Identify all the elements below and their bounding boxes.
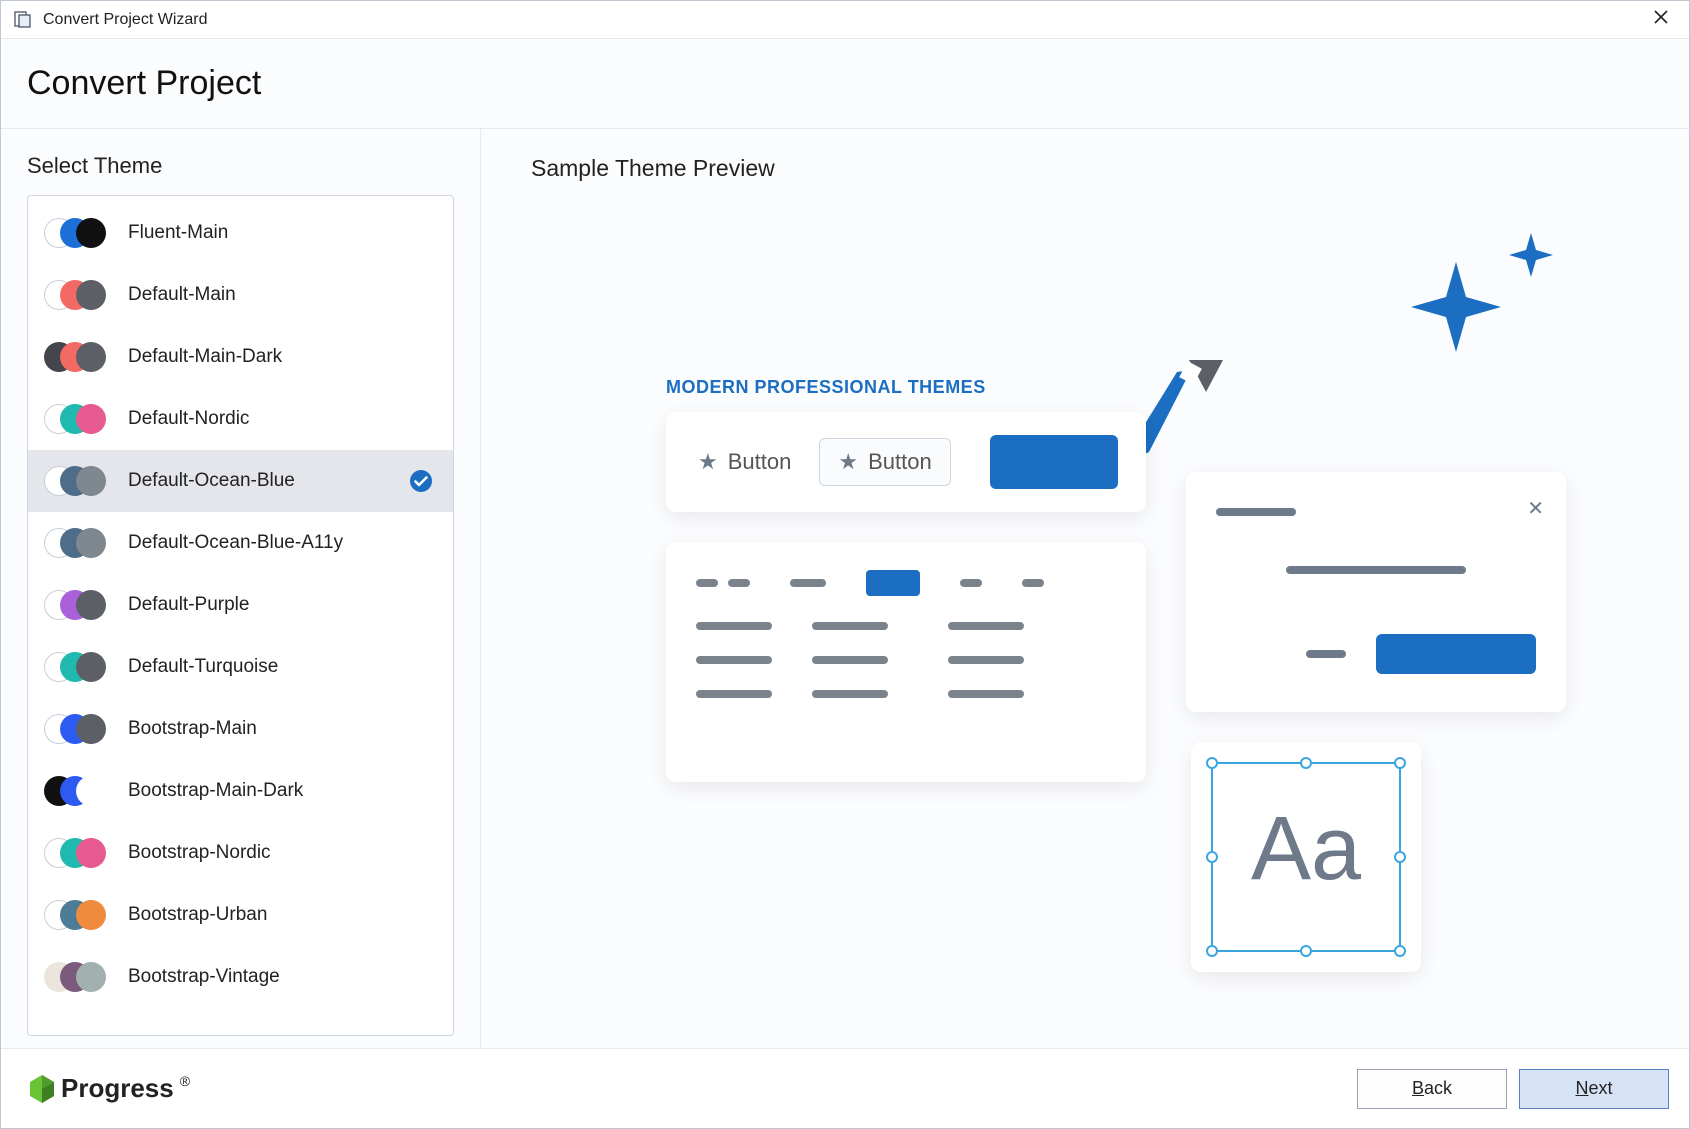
theme-swatch (44, 526, 110, 560)
theme-label: Default-Ocean-Blue (128, 470, 295, 492)
sparkle-icon (1401, 232, 1561, 392)
theme-swatch (44, 898, 110, 932)
progress-icon (29, 1074, 55, 1104)
theme-item-bootstrap-urban[interactable]: Bootstrap-Urban (28, 884, 453, 946)
theme-label: Default-Main (128, 284, 236, 306)
theme-swatch (44, 278, 110, 312)
progress-logo: Progress ® (29, 1073, 190, 1104)
left-panel: Select Theme Fluent-Main Default-Main Defa… (1, 129, 481, 1048)
theme-item-default-purple[interactable]: Default-Purple (28, 574, 453, 636)
preview-fill-button (990, 435, 1118, 489)
theme-label: Default-Ocean-Blue-A11y (128, 532, 343, 554)
close-icon (1653, 9, 1669, 25)
theme-item-default-main-dark[interactable]: Default-Main-Dark (28, 326, 453, 388)
theme-item-bootstrap-nordic[interactable]: Bootstrap-Nordic (28, 822, 453, 884)
theme-swatch (44, 650, 110, 684)
theme-swatch (44, 836, 110, 870)
body: Select Theme Fluent-Main Default-Main Defa… (1, 129, 1689, 1048)
next-button[interactable]: Next (1519, 1069, 1669, 1109)
preview-card-table (666, 542, 1146, 782)
titlebar: Convert Project Wizard (1, 1, 1689, 39)
next-label-rest: ext (1588, 1078, 1612, 1098)
theme-item-default-turquoise[interactable]: Default-Turquoise (28, 636, 453, 698)
theme-label: Default-Main-Dark (128, 346, 282, 368)
theme-item-default-main[interactable]: Default-Main (28, 264, 453, 326)
star-icon: ★ (838, 449, 858, 475)
theme-label: Bootstrap-Main (128, 718, 257, 740)
theme-item-default-ocean-blue-a11y[interactable]: Default-Ocean-Blue-A11y (28, 512, 453, 574)
theme-label: Default-Turquoise (128, 656, 278, 678)
theme-list[interactable]: Fluent-Main Default-Main Default-Main-Dark… (27, 195, 454, 1036)
back-button[interactable]: Back (1357, 1069, 1507, 1109)
dialog-primary-button (1376, 634, 1536, 674)
preview-outline-button: ★ Button (819, 438, 950, 486)
theme-swatch (44, 216, 110, 250)
theme-label: Bootstrap-Urban (128, 904, 267, 926)
preview-heading: Sample Theme Preview (531, 155, 1689, 182)
page-title: Convert Project (27, 64, 261, 103)
window-title: Convert Project Wizard (43, 11, 208, 29)
right-panel: Sample Theme Preview MODERN PROFESSIONAL… (481, 129, 1689, 1048)
header: Convert Project (1, 39, 1689, 129)
theme-label: Default-Nordic (128, 408, 249, 430)
check-icon (409, 469, 433, 493)
theme-label: Fluent-Main (128, 222, 228, 244)
footer: Progress ® Back Next (1, 1048, 1689, 1128)
progress-brand-text: Progress (61, 1073, 174, 1104)
preview-card-buttons: ★ Button ★ Button (666, 412, 1146, 512)
back-mnemonic: B (1412, 1078, 1424, 1098)
preview-flat-button: ★ Button (694, 443, 795, 481)
theme-swatch (44, 712, 110, 746)
theme-label: Bootstrap-Vintage (128, 966, 280, 988)
theme-swatch (44, 340, 110, 374)
theme-swatch (44, 960, 110, 994)
theme-swatch (44, 402, 110, 436)
preview-card-typography: Aa (1191, 742, 1421, 972)
wizard-window: Convert Project Wizard Convert Project S… (0, 0, 1690, 1129)
back-label-rest: ack (1424, 1078, 1452, 1098)
close-button[interactable] (1645, 8, 1677, 31)
preview-canvas: MODERN PROFESSIONAL THEMES ★ Button ★ Bu… (531, 202, 1689, 1048)
theme-label: Default-Purple (128, 594, 249, 616)
theme-item-bootstrap-main[interactable]: Bootstrap-Main (28, 698, 453, 760)
theme-item-bootstrap-main-dark[interactable]: Bootstrap-Main-Dark (28, 760, 453, 822)
app-icon (13, 10, 33, 30)
theme-swatch (44, 464, 110, 498)
theme-swatch (44, 588, 110, 622)
theme-item-bootstrap-vintage[interactable]: Bootstrap-Vintage (28, 946, 453, 1008)
theme-item-default-ocean-blue[interactable]: Default-Ocean-Blue (28, 450, 453, 512)
select-theme-heading: Select Theme (27, 153, 454, 179)
aa-sample: Aa (1213, 764, 1399, 934)
dialog-close-icon: ✕ (1527, 496, 1544, 521)
theme-label: Bootstrap-Main-Dark (128, 780, 303, 802)
next-mnemonic: N (1575, 1078, 1588, 1098)
theme-item-default-nordic[interactable]: Default-Nordic (28, 388, 453, 450)
theme-label: Bootstrap-Nordic (128, 842, 271, 864)
star-icon: ★ (698, 449, 718, 475)
preview-headline: MODERN PROFESSIONAL THEMES (666, 377, 986, 398)
preview-card-dialog: ✕ (1186, 472, 1566, 712)
theme-swatch (44, 774, 110, 808)
theme-item-fluent-main[interactable]: Fluent-Main (28, 202, 453, 264)
selection-box: Aa (1211, 762, 1401, 952)
